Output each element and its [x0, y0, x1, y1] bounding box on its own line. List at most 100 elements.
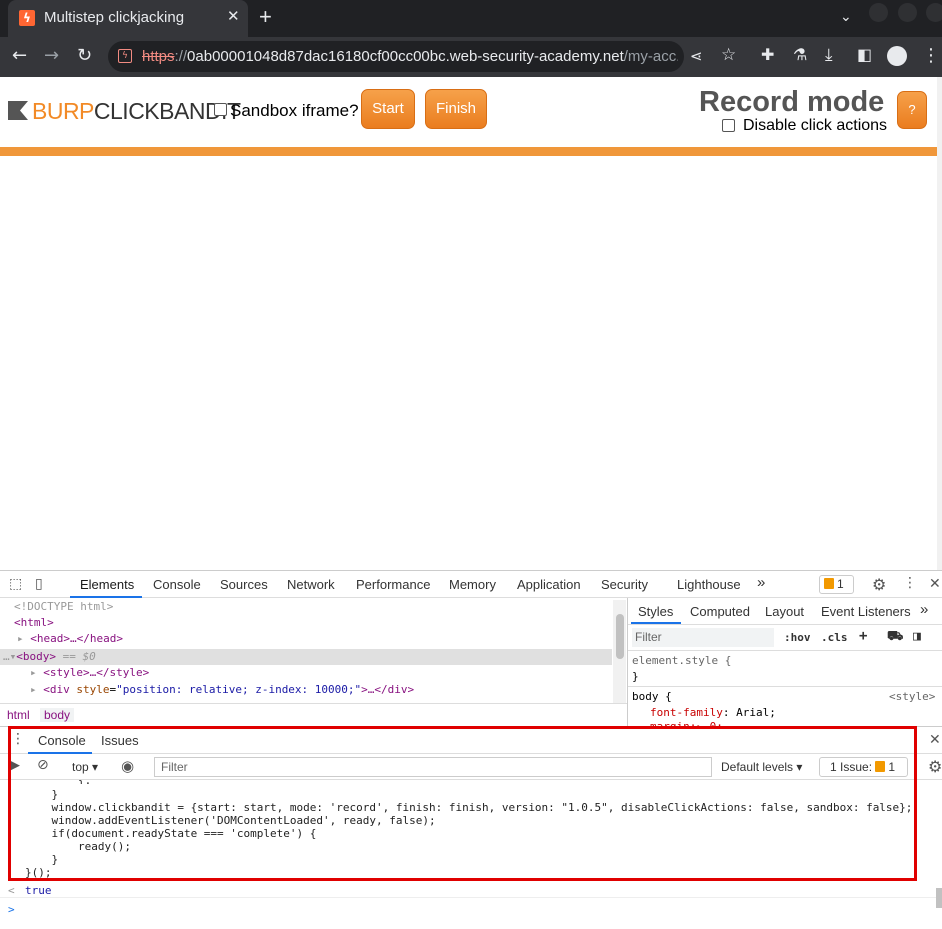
console-sidebar-icon[interactable]: ▶ — [10, 758, 20, 773]
console-filter-input[interactable]: Filter — [154, 757, 712, 777]
new-rule-icon[interactable]: + — [859, 628, 867, 644]
toggle-sidebar-icon[interactable]: ◨ — [913, 629, 921, 644]
download-icon[interactable]: ⤓ — [825, 45, 833, 65]
body-rule-source[interactable]: <style> — [889, 690, 935, 703]
styles-pane: Styles Computed Layout Event Listeners »… — [627, 598, 942, 726]
body-rule-selector: body { — [632, 690, 672, 703]
element-style-rule: element.style { — [632, 654, 732, 667]
devtools-close-icon[interactable]: ✕ — [929, 576, 941, 592]
console-issues-button[interactable]: 1 Issue: 1 — [819, 757, 908, 777]
console-toolbar: ▶ ⊘ top ▾ ◉ Filter Default levels ▾ 1 Is… — [0, 754, 942, 780]
context-selector[interactable]: top ▾ — [72, 760, 98, 774]
styles-filter-input[interactable]: Filter — [632, 628, 774, 647]
tab-performance[interactable]: Performance — [356, 577, 430, 592]
console-code-line: if(document.readyState === 'complete') { — [25, 827, 317, 840]
orange-divider — [0, 147, 937, 156]
device-toolbar-icon[interactable]: ▯ — [35, 576, 43, 592]
devtools-menu-icon[interactable]: ⋮ — [903, 575, 917, 591]
tab-sources[interactable]: Sources — [220, 577, 268, 592]
browser-tab[interactable]: ϟ Multistep clickjacking ✕ — [8, 0, 248, 37]
profile-icon[interactable] — [887, 46, 907, 66]
warning-icon — [875, 761, 886, 772]
console-prompt-icon[interactable]: > — [8, 903, 15, 916]
console-code-line: }(); — [25, 866, 52, 879]
url-text[interactable]: https://0ab00001048d87dac16180cf00cc00bc… — [142, 48, 678, 65]
help-button[interactable]: ? — [897, 91, 927, 129]
crumb-body[interactable]: body — [40, 708, 75, 722]
start-button[interactable]: Start — [361, 89, 415, 129]
browser-tab-bar: ϟ Multistep clickjacking ✕ + ⌄ — [0, 0, 942, 37]
style-node[interactable]: ▸ <style>…</style> — [30, 665, 149, 681]
new-tab-button[interactable]: + — [259, 4, 272, 30]
console-code-line: } — [25, 853, 59, 866]
elements-scroll-thumb[interactable] — [616, 614, 624, 659]
tab-event-listeners[interactable]: Event Listeners — [821, 604, 911, 619]
drawer-tab-issues[interactable]: Issues — [101, 733, 139, 748]
sidepanel-icon[interactable]: ◧ — [857, 45, 872, 64]
tab-layout[interactable]: Layout — [765, 604, 804, 619]
styles-more-icon[interactable]: » — [920, 601, 928, 618]
disable-click-actions-checkbox[interactable] — [722, 119, 735, 132]
menu-icon[interactable]: ⋮ — [922, 45, 940, 66]
tab-application[interactable]: Application — [517, 577, 581, 592]
div-node[interactable]: ▸ <div style="position: relative; z-inde… — [30, 682, 414, 698]
console-settings-icon[interactable]: ⚙ — [928, 757, 942, 776]
crumb-html[interactable]: html — [7, 708, 30, 722]
paint-icon[interactable]: ⛟ — [887, 629, 903, 646]
body-node[interactable]: …▾<body> == $0 — [3, 649, 96, 665]
console-code-line: } — [25, 788, 59, 801]
drawer-tab-console[interactable]: Console — [38, 733, 86, 748]
page-scrollbar[interactable] — [937, 77, 942, 570]
lightning-favicon-icon: ϟ — [19, 10, 35, 26]
extensions-icon[interactable]: ✚ — [761, 45, 774, 64]
warning-icon — [824, 578, 834, 589]
close-window-button[interactable] — [926, 3, 942, 22]
browser-toolbar: ← → ↻ ϟ https://0ab00001048d87dac16180cf… — [0, 37, 942, 77]
hov-toggle[interactable]: :hov — [784, 631, 811, 644]
drawer-menu-icon[interactable]: ⋮ — [11, 731, 25, 747]
tab-security[interactable]: Security — [601, 577, 648, 592]
settings-gear-icon[interactable]: ⚙ — [872, 575, 886, 594]
burp-logo-icon — [8, 101, 28, 120]
tab-console[interactable]: Console — [153, 577, 201, 592]
doctype-node[interactable]: <!DOCTYPE html> — [14, 599, 113, 615]
drawer-close-icon[interactable]: ✕ — [929, 732, 941, 748]
live-expression-eye-icon[interactable]: ◉ — [121, 757, 134, 775]
console-code-line: window.clickbandit = {start: start, mode… — [25, 801, 913, 814]
tab-network[interactable]: Network — [287, 577, 335, 592]
back-icon[interactable]: ← — [12, 45, 27, 66]
sandbox-label: Sandbox iframe? — [230, 101, 359, 120]
breadcrumb: html body — [0, 703, 627, 726]
clear-console-icon[interactable]: ⊘ — [37, 757, 49, 773]
console-scrollbar[interactable] — [936, 888, 942, 908]
sandbox-checkbox[interactable] — [214, 103, 227, 116]
star-icon[interactable]: ☆ — [721, 45, 736, 65]
console-code-line: window.addEventListener('DOMContentLoade… — [25, 814, 436, 827]
log-levels-dropdown[interactable]: Default levels ▾ — [721, 760, 802, 774]
tab-close-icon[interactable]: ✕ — [227, 7, 240, 25]
tab-memory[interactable]: Memory — [449, 577, 496, 592]
html-node[interactable]: <html> — [14, 615, 54, 631]
tab-computed[interactable]: Computed — [690, 604, 750, 619]
share-icon[interactable]: ⋖ — [690, 47, 703, 65]
address-bar[interactable]: ϟ https://0ab00001048d87dac16180cf00cc00… — [108, 41, 684, 72]
labs-icon[interactable]: ⚗ — [793, 45, 807, 64]
tab-elements[interactable]: Elements — [80, 577, 134, 592]
result-arrow-icon: < — [8, 884, 15, 897]
reload-icon[interactable]: ↻ — [77, 45, 92, 66]
more-tabs-icon[interactable]: » — [757, 574, 765, 591]
not-secure-icon[interactable]: ϟ — [118, 49, 132, 63]
cls-toggle[interactable]: .cls — [821, 631, 848, 644]
maximize-button[interactable] — [898, 3, 917, 22]
devtools-tab-bar: ⬚ ▯ Elements Console Sources Network Per… — [0, 570, 942, 598]
minimize-button[interactable] — [869, 3, 888, 22]
tab-styles[interactable]: Styles — [638, 604, 673, 619]
finish-button[interactable]: Finish — [425, 89, 487, 129]
issues-badge[interactable]: 1 — [819, 575, 854, 594]
font-family-declaration: font-family: Arial; — [650, 706, 776, 719]
tab-lighthouse[interactable]: Lighthouse — [677, 577, 741, 592]
head-node[interactable]: ▸ <head>…</head> — [17, 631, 123, 647]
forward-icon[interactable]: → — [44, 45, 59, 66]
inspect-element-icon[interactable]: ⬚ — [9, 576, 22, 592]
tab-search-icon[interactable]: ⌄ — [840, 9, 852, 25]
